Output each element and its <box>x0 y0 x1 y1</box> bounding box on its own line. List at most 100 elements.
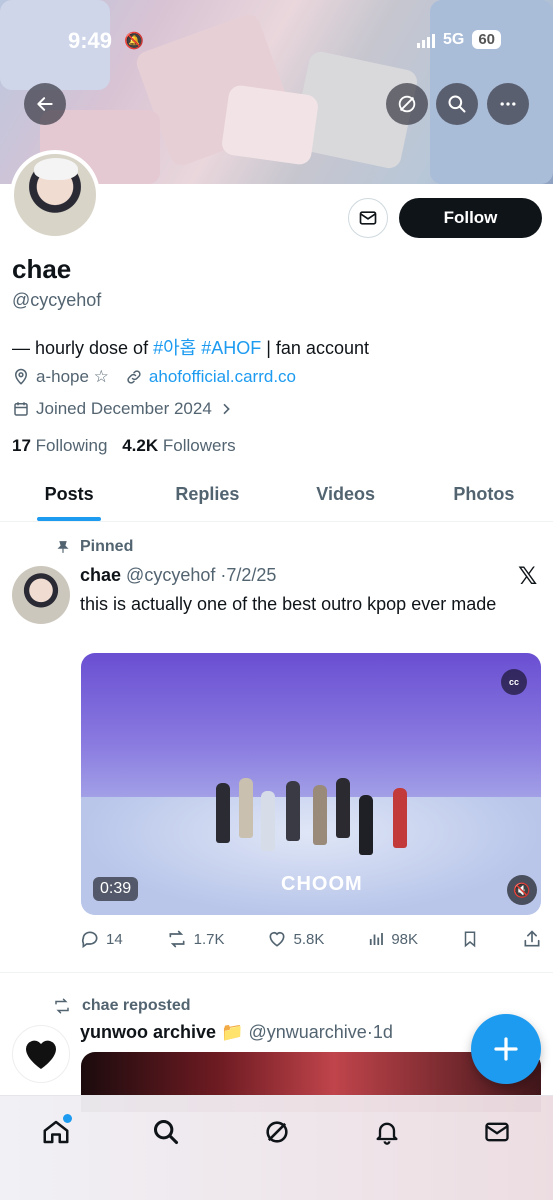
bookmark-button[interactable] <box>461 929 479 949</box>
joined-row[interactable]: Joined December 2024 <box>12 399 234 419</box>
folder-icon: 📁 <box>221 1022 244 1042</box>
share-icon <box>524 930 540 947</box>
bookmark-icon <box>464 931 476 948</box>
post-video[interactable]: CHOOM cc 0:39 🔇 <box>81 653 541 915</box>
website-link[interactable]: ahofofficial.carrd.co <box>149 367 296 387</box>
post-author-avatar[interactable] <box>12 1025 70 1083</box>
views-button[interactable]: 98K <box>367 930 418 948</box>
tab-videos[interactable]: Videos <box>277 470 415 521</box>
grok-button[interactable] <box>386 83 428 125</box>
hashtag-link[interactable]: #AHOF <box>196 338 261 358</box>
tab-posts[interactable]: Posts <box>0 470 138 521</box>
profile-meta: a-hope ☆ ahofofficial.carrd.co <box>12 367 296 387</box>
nav-notifications[interactable] <box>367 1112 407 1152</box>
mail-icon <box>359 211 377 225</box>
calendar-icon <box>14 402 28 416</box>
followers-link[interactable]: 4.2K Followers <box>122 436 235 455</box>
video-figure <box>336 778 350 838</box>
chevron-right-icon <box>223 403 230 415</box>
nav-messages[interactable] <box>477 1112 517 1152</box>
x-logo-icon: 𝕏 <box>518 563 538 590</box>
location-text: a-hope ☆ <box>36 367 109 386</box>
link-icon <box>127 370 141 384</box>
pinned-indicator: Pinned <box>56 538 133 556</box>
arrow-left-icon <box>37 97 53 111</box>
post-text: this is actually one of the best outro k… <box>80 594 497 614</box>
followers-label: Followers <box>162 436 236 455</box>
reposted-label[interactable]: chae reposted <box>82 997 190 1015</box>
notification-dot <box>63 1114 72 1123</box>
video-figure <box>313 785 327 845</box>
repost-indicator: chae reposted <box>52 997 190 1015</box>
status-time: 9:49 <box>68 28 113 53</box>
more-button[interactable] <box>487 83 529 125</box>
profile-banner[interactable]: 9:49 🔕 5G 60 <box>0 0 553 184</box>
muted-speaker-icon: 🔇 <box>513 881 531 898</box>
post-author-avatar[interactable] <box>12 566 70 624</box>
video-figure <box>239 778 253 838</box>
share-button[interactable] <box>522 929 542 949</box>
search-button[interactable] <box>436 83 478 125</box>
views-icon <box>370 933 384 945</box>
joined-text: Joined December 2024 <box>36 399 212 418</box>
reply-button[interactable]: 14 <box>80 929 123 949</box>
back-button[interactable] <box>24 83 66 125</box>
repost-icon <box>55 998 69 1014</box>
signal-icon <box>416 32 435 48</box>
post-actions: 14 1.7K 5.8K 98K <box>80 925 542 953</box>
captions-button[interactable]: cc <box>501 669 527 695</box>
message-button[interactable] <box>348 198 388 238</box>
post-divider <box>0 972 553 973</box>
bio-text: | fan account <box>261 338 369 358</box>
more-icon <box>500 102 516 106</box>
following-label: Following <box>35 436 108 455</box>
reply-count: 14 <box>106 930 123 948</box>
compose-button[interactable] <box>471 1014 541 1084</box>
like-button[interactable]: 5.8K <box>267 929 324 949</box>
post-author-name[interactable]: yunwoo archive <box>80 1022 216 1042</box>
profile-avatar[interactable] <box>10 150 100 240</box>
bio-text: — hourly dose of <box>12 338 154 358</box>
repost-count: 1.7K <box>193 930 225 948</box>
nav-grok[interactable] <box>257 1112 297 1152</box>
video-watermark: CHOOM <box>281 873 363 895</box>
post-author-name[interactable]: chae <box>80 565 121 585</box>
post-author-handle[interactable]: @cycyehof <box>126 565 215 585</box>
bottom-nav <box>0 1095 553 1200</box>
mute-button[interactable]: 🔇 <box>507 875 537 905</box>
network-label: 5G <box>442 30 465 48</box>
repost-icon <box>169 930 185 948</box>
video-figure <box>216 783 230 843</box>
mail-icon <box>485 1122 509 1142</box>
search-icon <box>448 95 466 113</box>
profile-tabs: Posts Replies Videos Photos <box>0 470 553 522</box>
display-name: chae <box>12 254 72 284</box>
video-figure <box>261 791 275 851</box>
tab-photos[interactable]: Photos <box>415 470 553 521</box>
following-link[interactable]: 17 Following <box>12 436 107 455</box>
follow-button[interactable]: Follow <box>399 198 542 238</box>
post-header: chae @cycyehof ·7/2/25 <box>80 565 276 586</box>
heart-icon <box>269 931 285 947</box>
nav-home[interactable] <box>36 1112 76 1152</box>
video-figure <box>286 781 300 841</box>
video-figure <box>393 788 407 848</box>
follow-counts: 17 Following 4.2K Followers <box>12 436 236 456</box>
search-icon <box>153 1119 179 1145</box>
grok-icon <box>398 95 416 113</box>
followers-count: 4.2K <box>122 436 159 455</box>
tab-replies[interactable]: Replies <box>138 470 276 521</box>
plus-icon <box>494 1037 518 1061</box>
grok-icon <box>266 1121 288 1143</box>
post-time[interactable]: 1d <box>373 1022 393 1042</box>
nav-search[interactable] <box>146 1112 186 1152</box>
post-author-handle[interactable]: @ynwuarchive <box>249 1022 367 1042</box>
like-count: 5.8K <box>293 930 325 948</box>
location-icon <box>14 368 28 385</box>
post-date[interactable]: 7/2/25 <box>226 565 276 585</box>
hashtag-link[interactable]: #아홉 <box>153 338 196 358</box>
repost-button[interactable]: 1.7K <box>166 929 225 949</box>
video-figure <box>359 795 373 855</box>
profile-bio: — hourly dose of #아홉 #AHOF | fan account <box>12 334 369 360</box>
heart-logo-icon <box>26 1040 56 1069</box>
